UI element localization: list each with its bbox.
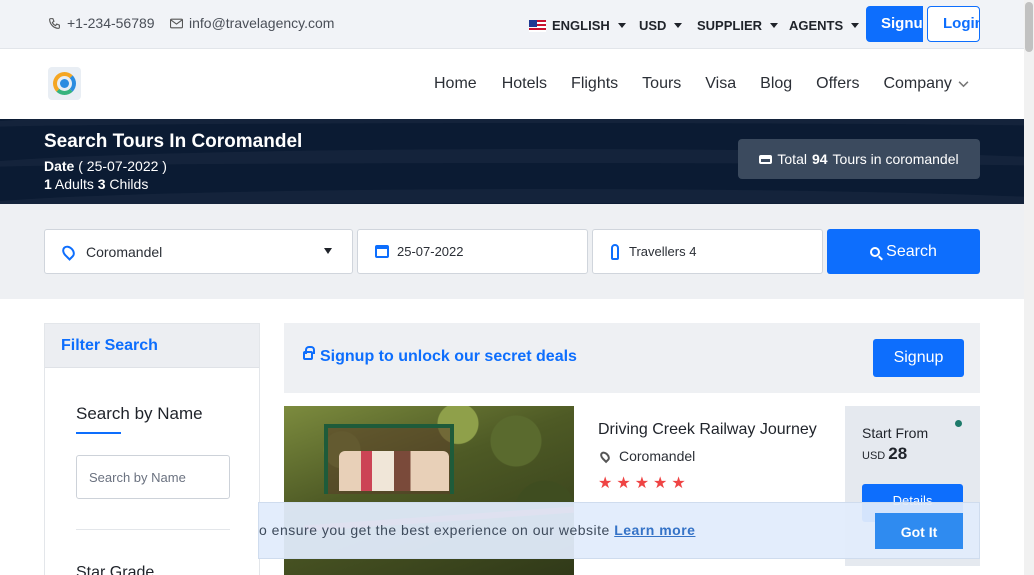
agents-menu[interactable]: AGENTS <box>789 18 860 33</box>
language-label: ENGLISH <box>552 18 610 33</box>
childs-label: Childs <box>109 176 149 192</box>
page-scrollbar[interactable] <box>1024 0 1034 575</box>
title-underline <box>76 432 121 434</box>
language-menu[interactable]: ENGLISH <box>529 18 626 33</box>
search-form: Coromandel 25-07-2022 Travellers 4 Searc… <box>0 204 1024 299</box>
nav-item-home[interactable]: Home <box>434 75 477 93</box>
search-by-name-input[interactable]: Search by Name <box>76 455 230 499</box>
phone-icon <box>49 17 60 29</box>
supplier-label: SUPPLIER <box>697 18 763 33</box>
deal-signup-button[interactable]: Signup <box>873 339 964 377</box>
currency-menu[interactable]: USD <box>639 18 683 33</box>
price-amount: USD 28 <box>862 444 907 464</box>
nav-item-hotels[interactable]: Hotels <box>502 75 547 93</box>
filter-header: Filter Search <box>45 324 259 368</box>
us-flag-icon <box>529 19 546 32</box>
tour-location: Coromandel <box>598 448 817 464</box>
currency-label: USD <box>639 18 667 33</box>
search-results-hero: Search Tours In Coromandel Date ( 25-07-… <box>0 119 1024 204</box>
hero-wave-decoration <box>0 189 1024 204</box>
login-button[interactable]: Login <box>927 6 980 42</box>
total-prefix: Total <box>777 151 807 167</box>
nav-item-visa[interactable]: Visa <box>705 75 736 93</box>
chevron-down-icon <box>324 248 332 254</box>
agents-label: AGENTS <box>789 18 844 33</box>
secret-deals-text[interactable]: Signup to unlock our secret deals <box>320 348 577 366</box>
secret-deals-banner: Signup to unlock our secret deals Signup <box>284 323 980 393</box>
total-suffix: Tours in coromandel <box>832 151 959 167</box>
site-logo[interactable] <box>48 67 81 100</box>
total-count: 94 <box>811 151 828 167</box>
tour-info: Driving Creek Railway Journey Coromandel… <box>598 421 817 493</box>
chevron-down-icon <box>617 23 626 28</box>
signup-button[interactable]: Signup <box>866 6 923 42</box>
cookie-banner: o ensure you get the best experience on … <box>258 502 980 559</box>
nav-item-company-label: Company <box>883 75 952 92</box>
top-bar: +1-234-56789 info@travelagency.com ENGLI… <box>0 0 1024 49</box>
nav-item-tours[interactable]: Tours <box>642 75 681 93</box>
travellers-field[interactable]: Travellers 4 <box>592 229 823 274</box>
adults-count: 1 <box>44 176 52 192</box>
got-it-button[interactable]: Got It <box>875 513 963 549</box>
passengers <box>339 451 449 491</box>
chevron-down-icon <box>674 23 683 28</box>
phone-contact[interactable]: +1-234-56789 <box>48 15 155 31</box>
location-value: Coromandel <box>86 243 163 260</box>
lock-icon <box>303 346 315 360</box>
passenger-summary: 1 Adults 3 Childs <box>44 176 148 192</box>
cookie-message: o ensure you get the best experience on … <box>259 522 610 538</box>
calendar-icon <box>375 245 389 258</box>
phone-number: +1-234-56789 <box>67 15 155 31</box>
price-currency: USD <box>862 450 886 462</box>
page-title: Search Tours In Coromandel <box>44 131 303 152</box>
start-from-label: Start From <box>862 425 929 441</box>
cookie-text: o ensure you get the best experience on … <box>259 522 695 538</box>
date-field[interactable]: 25-07-2022 <box>357 229 588 274</box>
total-results-badge: Total 94 Tours in coromandel <box>738 139 980 179</box>
star-rating: ★★★★★ <box>598 475 690 492</box>
price-value: 28 <box>888 444 908 463</box>
bed-icon <box>759 154 773 164</box>
nav-links: Home Hotels Flights Tours Visa Blog Offe… <box>434 75 969 93</box>
chevron-down-icon <box>770 23 779 28</box>
chevron-down-icon <box>958 81 969 88</box>
star-grade-title: Star Grade <box>76 564 155 575</box>
nav-item-blog[interactable]: Blog <box>760 75 792 93</box>
logo-dot <box>60 79 69 88</box>
supplier-menu[interactable]: SUPPLIER <box>697 18 779 33</box>
email-address: info@travelagency.com <box>189 15 335 31</box>
date-value: ( 25-07-2022 ) <box>78 158 167 174</box>
filter-sidebar: Filter Search Search by Name Search by N… <box>44 323 260 575</box>
learn-more-link[interactable]: Learn more <box>614 522 695 538</box>
search-button[interactable]: Search <box>827 229 980 274</box>
search-icon <box>870 246 881 257</box>
search-date: Date ( 25-07-2022 ) <box>44 158 167 174</box>
nav-item-flights[interactable]: Flights <box>571 75 618 93</box>
chevron-down-icon <box>851 23 860 28</box>
travellers-value: Travellers 4 <box>629 244 697 259</box>
location-pin-icon <box>59 242 78 261</box>
main-navbar: Home Hotels Flights Tours Visa Blog Offe… <box>0 49 1024 119</box>
scrollbar-thumb[interactable] <box>1025 2 1033 52</box>
location-select[interactable]: Coromandel <box>44 229 353 274</box>
adults-label: Adults <box>54 176 94 192</box>
mail-icon <box>170 18 183 28</box>
divider <box>76 529 230 530</box>
date-label: Date <box>44 158 75 174</box>
search-by-name-title: Search by Name <box>76 404 203 423</box>
childs-count: 3 <box>97 176 106 192</box>
tour-location-label: Coromandel <box>619 448 696 464</box>
nav-item-company[interactable]: Company <box>883 75 969 93</box>
date-field-value: 25-07-2022 <box>397 244 464 259</box>
nav-item-offers[interactable]: Offers <box>816 75 859 93</box>
email-contact[interactable]: info@travelagency.com <box>170 15 334 31</box>
search-button-label: Search <box>886 242 937 260</box>
tour-title[interactable]: Driving Creek Railway Journey <box>598 421 817 439</box>
status-dot <box>955 420 962 427</box>
person-icon <box>611 243 619 260</box>
location-pin-icon <box>598 449 612 463</box>
